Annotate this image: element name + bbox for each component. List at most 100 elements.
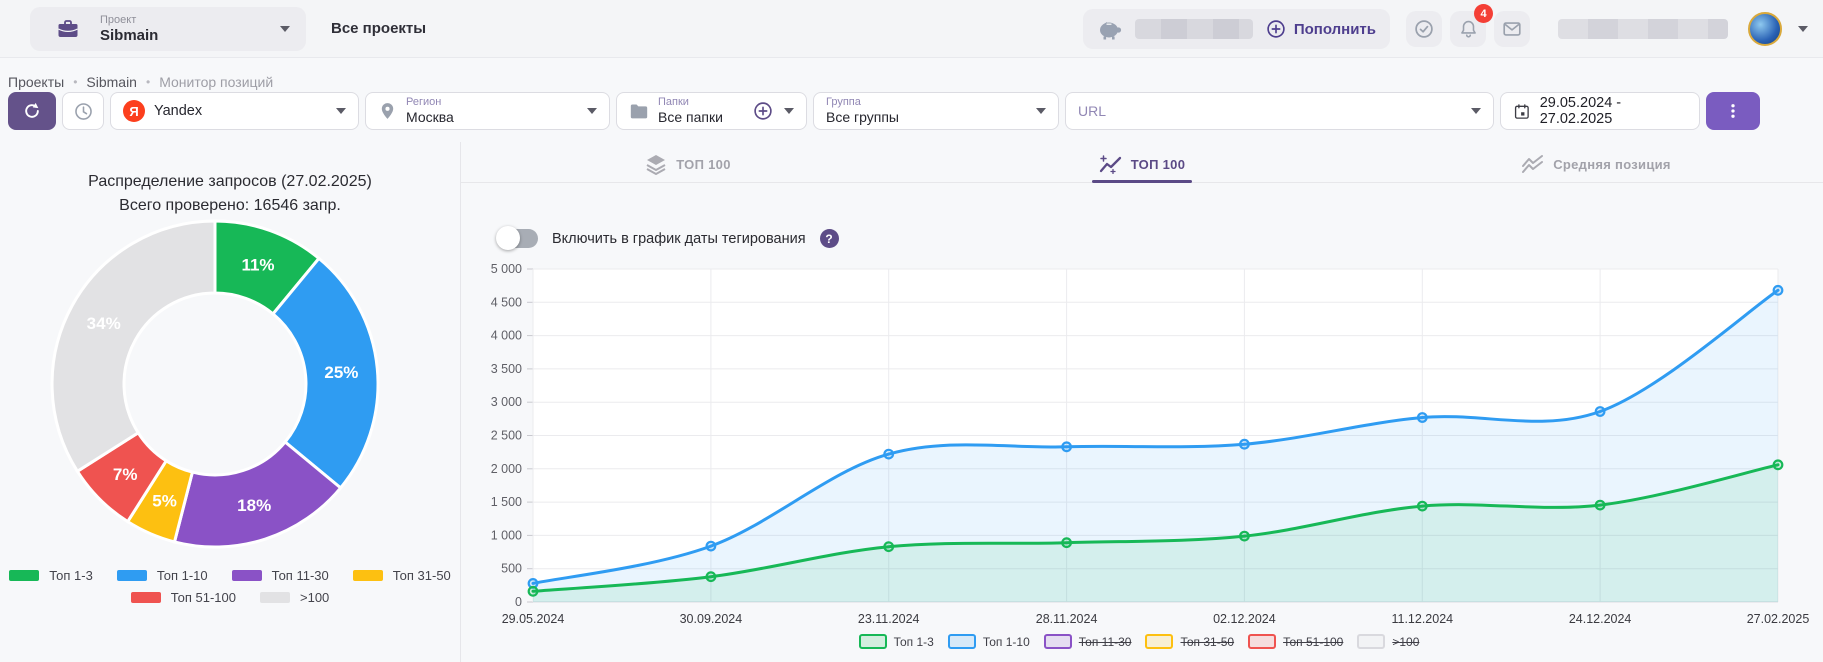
chart-legend-item[interactable]: Топ 31-50 <box>1145 634 1234 649</box>
donut-title-block: Распределение запросов (27.02.2025) Всег… <box>0 170 460 218</box>
x-tick-label: 28.11.2024 <box>1036 612 1098 626</box>
legend-label: Топ 11-30 <box>1079 635 1132 649</box>
legend-label: Топ 31-50 <box>1180 635 1234 649</box>
legend-swatch <box>353 570 383 581</box>
more-actions-button[interactable] <box>1706 92 1760 130</box>
data-point-marker[interactable] <box>884 450 893 459</box>
chart-legend-item[interactable]: Топ 1-10 <box>948 634 1030 649</box>
date-range-picker[interactable]: 29.05.2024 - 27.02.2025 <box>1500 92 1700 130</box>
queries-distribution-donut-chart[interactable]: 11%25%18%5%7%34% <box>48 217 382 551</box>
y-tick-label: 4 000 <box>491 329 522 343</box>
donut-percent-label: 25% <box>324 363 358 382</box>
check-circle-icon <box>1413 18 1435 40</box>
notifications-button[interactable]: 4 <box>1450 11 1486 47</box>
region-select[interactable]: Регион Москва <box>365 92 610 130</box>
add-folder-icon[interactable] <box>752 100 774 122</box>
search-engine-value: Yandex <box>154 103 202 119</box>
donut-legend: Топ 1-3 Топ 1-10 Топ 11-30 Топ 31-50 Топ 51-… <box>0 568 460 605</box>
breadcrumb: Проекты • Sibmain • Монитор позиций <box>8 74 273 90</box>
donut-title: Распределение запросов (27.02.2025) <box>0 170 460 194</box>
tab-top100-chart[interactable]: ТОП 100 <box>915 146 1369 182</box>
chevron-down-icon <box>336 108 346 114</box>
region-select-text: Регион Москва <box>406 96 454 126</box>
project-label: Проект <box>100 14 158 27</box>
breadcrumb-current: Монитор позиций <box>159 74 273 90</box>
data-point-marker[interactable] <box>1774 286 1783 295</box>
donut-percent-label: 11% <box>241 256 274 275</box>
chart-legend-item[interactable]: >100 <box>1357 634 1419 649</box>
tasks-button[interactable] <box>1406 11 1442 47</box>
messages-button[interactable] <box>1494 11 1530 47</box>
balance-widget: Пополнить <box>1083 9 1390 49</box>
y-tick-label: 3 500 <box>491 362 522 376</box>
y-tick-label: 1 500 <box>491 495 522 509</box>
data-point-marker[interactable] <box>1596 501 1605 510</box>
chart-legend-item[interactable]: Топ 11-30 <box>1044 634 1132 649</box>
all-projects-link[interactable]: Все проекты <box>331 20 426 37</box>
y-tick-label: 2 500 <box>491 429 522 443</box>
donut-legend-item[interactable]: Топ 51-100 <box>131 590 236 605</box>
date-range-value: 29.05.2024 - 27.02.2025 <box>1540 95 1687 127</box>
balance-blurred <box>1135 19 1253 39</box>
donut-legend-item[interactable]: Топ 11-30 <box>232 568 329 583</box>
group-select[interactable]: Группа Все группы <box>813 92 1059 130</box>
x-tick-label: 11.12.2024 <box>1391 612 1453 626</box>
top100-line-chart[interactable]: 05001 0001 5002 0002 5003 0003 5004 0004… <box>461 240 1817 632</box>
donut-legend-item[interactable]: Топ 1-3 <box>9 568 93 583</box>
group-select-text: Группа Все группы <box>826 96 899 126</box>
briefcase-icon <box>56 17 80 41</box>
chevron-down-icon <box>784 108 794 114</box>
donut-legend-item[interactable]: >100 <box>260 590 329 605</box>
data-point-marker[interactable] <box>884 542 893 551</box>
refresh-icon <box>22 101 42 121</box>
username-blurred <box>1558 19 1728 39</box>
refresh-button[interactable] <box>8 92 56 130</box>
tab-top100-table[interactable]: ТОП 100 <box>461 146 915 182</box>
data-point-marker[interactable] <box>1774 461 1783 470</box>
history-button[interactable] <box>62 92 104 130</box>
url-select[interactable]: URL <box>1065 92 1494 130</box>
donut-segment[interactable] <box>52 221 215 471</box>
chart-legend-item[interactable]: Топ 51-100 <box>1248 634 1343 649</box>
data-point-marker[interactable] <box>707 542 716 551</box>
donut-legend-item[interactable]: Топ 1-10 <box>117 568 208 583</box>
data-point-marker[interactable] <box>1418 413 1427 422</box>
data-point-marker[interactable] <box>1596 407 1605 416</box>
group-label: Группа <box>826 96 899 109</box>
chart-tabs: ТОП 100 ТОП 100 Средняя позиция <box>461 146 1823 183</box>
legend-swatch <box>9 570 39 581</box>
topup-button[interactable]: Пополнить <box>1265 18 1376 40</box>
account-chevron-down-icon[interactable] <box>1798 26 1808 32</box>
donut-percent-label: 18% <box>237 496 271 515</box>
project-selector[interactable]: Проект Sibmain <box>30 7 306 51</box>
folders-label: Папки <box>658 96 723 109</box>
data-point-marker[interactable] <box>1062 538 1071 547</box>
breadcrumb-project-name[interactable]: Sibmain <box>86 74 137 90</box>
folders-value: Все папки <box>658 109 723 126</box>
donut-legend-row: Топ 1-3 Топ 1-10 Топ 11-30 Топ 31-50 <box>9 568 451 583</box>
data-point-marker[interactable] <box>707 572 716 581</box>
tab-label: ТОП 100 <box>676 157 730 172</box>
data-point-marker[interactable] <box>1418 502 1427 511</box>
donut-legend-item[interactable]: Топ 31-50 <box>353 568 451 583</box>
clock-icon <box>73 101 94 122</box>
breadcrumb-projects[interactable]: Проекты <box>8 74 64 90</box>
legend-label: Топ 1-10 <box>157 568 208 583</box>
chart-legend-item[interactable]: Топ 1-3 <box>859 634 934 649</box>
data-point-marker[interactable] <box>1240 440 1249 449</box>
group-value: Все группы <box>826 109 899 126</box>
piggy-bank-icon <box>1097 17 1123 41</box>
legend-label: >100 <box>1392 635 1419 649</box>
data-point-marker[interactable] <box>1240 532 1249 541</box>
data-point-marker[interactable] <box>1062 443 1071 452</box>
folders-select[interactable]: Папки Все папки <box>616 92 807 130</box>
search-engine-select[interactable]: Я Yandex <box>110 92 359 130</box>
project-selector-text: Проект Sibmain <box>100 14 158 44</box>
legend-label: Топ 11-30 <box>272 568 329 583</box>
avatar[interactable] <box>1748 12 1782 46</box>
tab-average-position[interactable]: Средняя позиция <box>1369 146 1823 182</box>
x-tick-label: 30.09.2024 <box>680 612 743 626</box>
donut-percent-label: 34% <box>87 314 121 333</box>
donut-legend-row: Топ 51-100 >100 <box>131 590 330 605</box>
data-point-marker[interactable] <box>529 587 538 596</box>
